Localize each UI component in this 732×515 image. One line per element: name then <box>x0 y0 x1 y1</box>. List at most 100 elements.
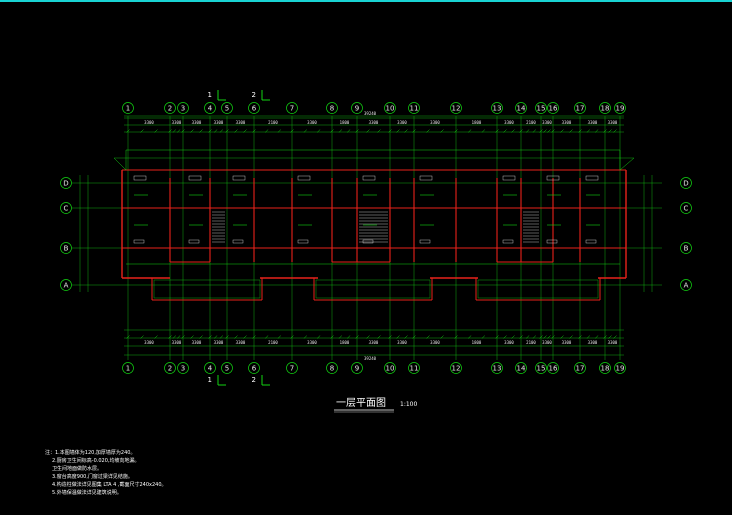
dim-text: 3300 <box>608 340 618 345</box>
axis-label-bottom-6: 6 <box>252 365 257 373</box>
door-mark <box>502 239 514 244</box>
axis-label-top-4: 4 <box>208 105 213 113</box>
axis-label-top-15: 15 <box>537 105 546 113</box>
overall-dimension-top: 39240 <box>364 111 377 116</box>
axis-label-top-10: 10 <box>386 105 395 113</box>
dim-text: 3300 <box>542 120 552 125</box>
note-line-4: 3.窗台高度900,门窗过梁详见结施。 <box>52 473 133 480</box>
axis-label-bottom-18: 18 <box>601 365 610 373</box>
dimension-lines: 3300 3300 3300 3300 3300 2100 3300 1800 3300 3300… <box>79 115 653 356</box>
axis-label-bottom-10: 10 <box>386 365 395 373</box>
axis-label-bottom-11: 11 <box>410 365 419 373</box>
axis-label-bottom-13: 13 <box>493 365 502 373</box>
dim-text: 3300 <box>588 340 598 345</box>
plan-details <box>113 149 635 299</box>
dim-text: 3300 <box>214 120 224 125</box>
dim-text: 3300 <box>430 120 440 125</box>
window-mark <box>419 175 433 181</box>
dim-text: 3300 <box>608 120 618 125</box>
window-mark <box>188 175 202 181</box>
axis-label-top-19: 19 <box>616 105 625 113</box>
note-line-6: 5.外墙保温做法详见建筑说明。 <box>52 489 122 496</box>
dim-text: 3300 <box>430 340 440 345</box>
axis-label-top-14: 14 <box>517 105 526 113</box>
axis-label-top-12: 12 <box>452 105 461 113</box>
note-line-2: 2.厨房卫生间标高-0.020,均坡向地漏。 <box>52 457 139 464</box>
door-mark <box>232 239 244 244</box>
note-line-3: 卫生间地面做防水层。 <box>52 465 102 472</box>
axis-label-bottom-17: 17 <box>576 365 585 373</box>
axis-label-top-3: 3 <box>181 105 185 113</box>
window-mark <box>133 175 147 181</box>
drawing-scale: 1:100 <box>400 401 417 408</box>
dim-text: 2100 <box>268 340 278 345</box>
section-mark-top-2-label: 2 <box>252 91 256 99</box>
axis-label-top-2: 2 <box>168 105 172 113</box>
axis-label-right-D: D <box>683 180 688 188</box>
axis-label-bottom-8: 8 <box>330 365 334 373</box>
dim-text: 3300 <box>369 340 379 345</box>
section-mark-bottom-1-label: 1 <box>208 376 212 384</box>
axis-label-left-D: D <box>63 180 68 188</box>
axis-label-left-C: C <box>64 205 69 213</box>
axis-label-bottom-14: 14 <box>517 365 526 373</box>
axis-label-bottom-2: 2 <box>168 365 172 373</box>
door-mark <box>297 239 309 244</box>
overall-dimension-bottom: 39240 <box>364 356 377 361</box>
door-mark <box>133 239 145 244</box>
axis-label-top-13: 13 <box>493 105 502 113</box>
axis-label-bottom-7: 7 <box>290 365 294 373</box>
axis-label-top-16: 16 <box>549 105 558 113</box>
dim-text: 1800 <box>472 340 482 345</box>
axis-label-bottom-12: 12 <box>452 365 461 373</box>
dim-text: 1800 <box>472 120 482 125</box>
dim-text: 3300 <box>144 120 154 125</box>
floor-plan-drawing: 3300 3300 3300 3300 3300 2100 3300 1800 3300 3300… <box>45 90 692 496</box>
door-mark <box>188 239 200 244</box>
note-line-1: 注：1.本图墙体为120,加厚墙厚为240。 <box>45 449 135 456</box>
dim-text: 3300 <box>504 120 514 125</box>
grid-lines <box>72 116 662 360</box>
dim-text: 3300 <box>172 120 182 125</box>
dim-text: 3300 <box>192 120 202 125</box>
dim-text: 3300 <box>588 120 598 125</box>
door-mark <box>419 239 431 244</box>
dim-text: 1800 <box>340 120 350 125</box>
axis-label-bottom-4: 4 <box>208 365 213 373</box>
dim-text: 2100 <box>526 120 536 125</box>
dim-text: 3300 <box>397 340 407 345</box>
door-mark <box>585 239 597 244</box>
axis-label-top-11: 11 <box>410 105 419 113</box>
axis-label-bottom-16: 16 <box>549 365 558 373</box>
dim-text: 3300 <box>214 340 224 345</box>
window-mark <box>232 175 246 181</box>
window-mark <box>585 175 599 181</box>
general-notes: 注：1.本图墙体为120,加厚墙厚为240。2.厨房卫生间标高-0.020,均坡… <box>45 449 167 496</box>
dim-text: 3300 <box>307 340 317 345</box>
dim-text: 3300 <box>562 120 572 125</box>
balcony-outline <box>315 279 431 299</box>
dim-text: 3300 <box>192 340 202 345</box>
eave-line <box>113 149 635 171</box>
window-mark <box>502 175 516 181</box>
dim-text: 3300 <box>562 340 572 345</box>
axis-label-bottom-15: 15 <box>537 365 546 373</box>
axis-label-top-18: 18 <box>601 105 610 113</box>
dim-text: 3300 <box>307 120 317 125</box>
axis-label-left-B: B <box>64 245 69 253</box>
dim-text: 3300 <box>397 120 407 125</box>
axis-bubbles: 1122334455667788991010111112121313141415… <box>60 102 692 374</box>
note-line-5: 4.构造柱做法详见图集 LTA 4 ,截面尺寸240x240。 <box>52 481 167 488</box>
axis-label-top-1: 1 <box>126 105 130 113</box>
dim-text: 3300 <box>236 120 246 125</box>
axis-label-bottom-1: 1 <box>126 365 130 373</box>
axis-label-top-17: 17 <box>576 105 585 113</box>
axis-label-top-6: 6 <box>252 105 257 113</box>
axis-label-top-5: 5 <box>225 105 229 113</box>
axis-label-right-B: B <box>684 245 689 253</box>
dim-text: 3300 <box>504 340 514 345</box>
window-mark <box>362 175 376 181</box>
axis-label-right-C: C <box>684 205 689 213</box>
dim-text: 2100 <box>268 120 278 125</box>
axis-label-bottom-19: 19 <box>616 365 625 373</box>
